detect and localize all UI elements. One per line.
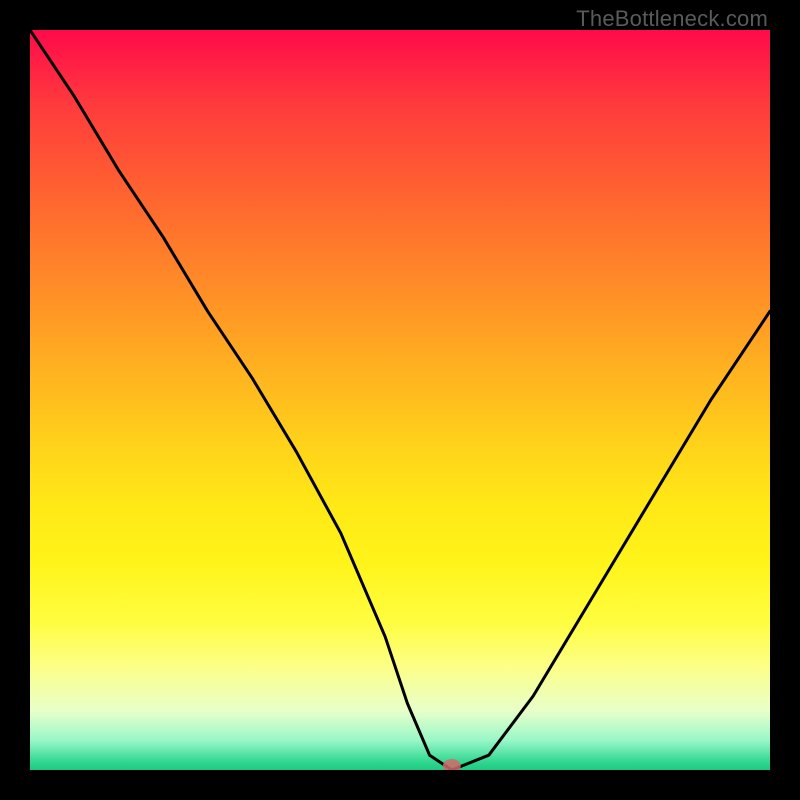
- plot-area: [30, 30, 770, 770]
- chart-svg: [30, 30, 770, 770]
- watermark-text: TheBottleneck.com: [576, 6, 768, 32]
- bottleneck-curve: [30, 30, 770, 770]
- minimum-marker: [443, 759, 461, 770]
